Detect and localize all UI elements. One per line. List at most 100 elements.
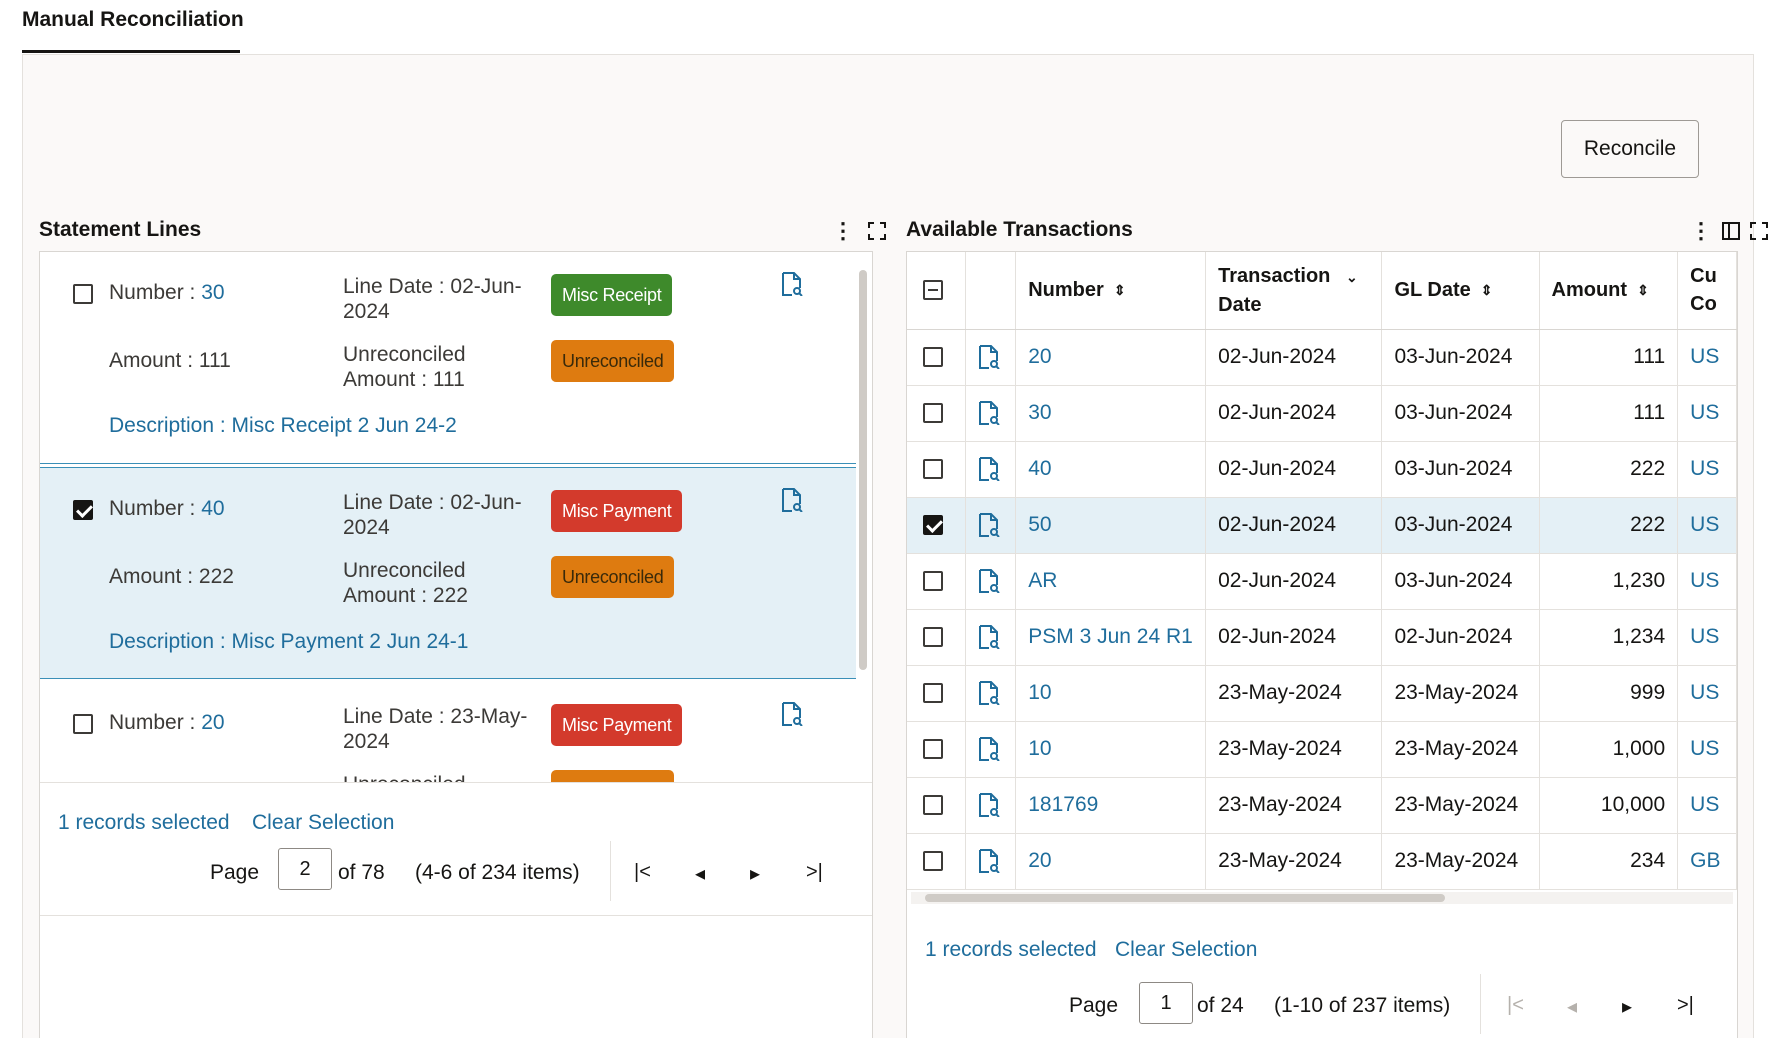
row-action-cell[interactable] [965, 441, 1017, 498]
view-document-icon[interactable] [978, 457, 1000, 482]
transaction-number-link[interactable]: 30 [1015, 385, 1207, 442]
more-actions-icon[interactable]: ⋮ [1690, 220, 1712, 242]
reconcile-button[interactable]: Reconcile [1561, 120, 1699, 178]
currency-cell[interactable]: US [1677, 721, 1737, 778]
currency-cell[interactable]: US [1677, 777, 1737, 834]
view-document-icon[interactable] [978, 345, 1000, 370]
row-select-cell[interactable] [907, 833, 966, 890]
number-link[interactable]: 40 [201, 497, 224, 520]
row-action-cell[interactable] [965, 833, 1017, 890]
table-row[interactable]: 10 23-May-2024 23-May-2024 999 US [907, 665, 1737, 722]
select-all-header[interactable] [907, 252, 966, 330]
page-title[interactable]: Manual Reconciliation [22, 8, 244, 32]
view-document-icon[interactable] [978, 625, 1000, 650]
view-document-icon[interactable] [978, 793, 1000, 818]
view-document-icon[interactable] [978, 849, 1000, 874]
number-link[interactable]: 20 [201, 711, 224, 734]
row-checkbox[interactable] [923, 683, 943, 704]
vertical-scrollbar[interactable] [858, 260, 868, 775]
row-select-cell[interactable] [907, 721, 966, 778]
row-action-cell[interactable] [965, 497, 1017, 554]
currency-cell[interactable]: US [1677, 665, 1737, 722]
row-checkbox[interactable] [923, 347, 943, 368]
column-header-transaction-date[interactable]: Transaction ⌄ Date [1205, 252, 1383, 330]
currency-cell[interactable]: GB [1677, 833, 1737, 890]
table-row[interactable]: 40 02-Jun-2024 03-Jun-2024 222 US [907, 441, 1737, 498]
page-number-input[interactable]: 1 [1139, 982, 1193, 1024]
previous-page-icon[interactable]: ◂ [695, 861, 705, 886]
clear-selection-link[interactable]: Clear Selection [252, 811, 394, 835]
view-document-icon[interactable] [781, 488, 803, 513]
horizontal-scrollbar[interactable] [911, 892, 1733, 904]
table-row[interactable]: 20 02-Jun-2024 03-Jun-2024 111 US [907, 329, 1737, 386]
next-page-icon[interactable]: ▸ [1622, 994, 1632, 1019]
transaction-number-link[interactable]: 50 [1015, 497, 1207, 554]
table-row[interactable]: AR 02-Jun-2024 03-Jun-2024 1,230 US [907, 553, 1737, 610]
view-document-icon[interactable] [978, 681, 1000, 706]
column-header-number[interactable]: Number ⇕ [1015, 252, 1207, 330]
sort-icon[interactable]: ⇕ [1637, 282, 1649, 299]
sort-icon[interactable]: ⇕ [1114, 282, 1126, 299]
view-document-icon[interactable] [781, 272, 803, 297]
row-action-cell[interactable] [965, 777, 1017, 834]
row-select-cell[interactable] [907, 441, 966, 498]
more-actions-icon[interactable]: ⋮ [832, 220, 854, 242]
column-header-currency[interactable]: Cu Co [1677, 252, 1737, 330]
table-row[interactable]: 10 23-May-2024 23-May-2024 1,000 US [907, 721, 1737, 778]
row-select-cell[interactable] [907, 385, 966, 442]
transaction-number-link[interactable]: 10 [1015, 665, 1207, 722]
clear-selection-link[interactable]: Clear Selection [1115, 938, 1257, 962]
row-select-cell[interactable] [907, 665, 966, 722]
row-checkbox[interactable] [923, 459, 943, 480]
table-row[interactable]: 30 02-Jun-2024 03-Jun-2024 111 US [907, 385, 1737, 442]
row-checkbox[interactable] [923, 795, 943, 816]
currency-cell[interactable]: US [1677, 385, 1737, 442]
statement-line-card[interactable]: Number : 30 Line Date : 02-Jun- 2024 Misc… [40, 252, 856, 464]
previous-page-icon[interactable]: ◂ [1567, 994, 1577, 1019]
column-header-amount[interactable]: Amount ⇕ [1539, 252, 1679, 330]
row-select-cell[interactable] [907, 777, 966, 834]
row-checkbox[interactable] [923, 627, 943, 648]
row-action-cell[interactable] [965, 665, 1017, 722]
row-action-cell[interactable] [965, 385, 1017, 442]
maximize-icon[interactable] [868, 222, 886, 240]
table-row[interactable]: 181769 23-May-2024 23-May-2024 10,000 US [907, 777, 1737, 834]
transaction-number-link[interactable]: AR [1015, 553, 1207, 610]
column-panel-icon[interactable] [1722, 222, 1740, 240]
currency-cell[interactable]: US [1677, 609, 1737, 666]
transaction-number-link[interactable]: PSM 3 Jun 24 R1 [1015, 609, 1207, 666]
currency-cell[interactable]: US [1677, 553, 1737, 610]
sort-desc-icon[interactable]: ⌄ [1346, 263, 1358, 291]
column-header-gl-date[interactable]: GL Date ⇕ [1381, 252, 1540, 330]
transaction-number-link[interactable]: 181769 [1015, 777, 1207, 834]
select-all-checkbox[interactable] [923, 280, 943, 301]
table-row[interactable]: PSM 3 Jun 24 R1 02-Jun-2024 02-Jun-2024 … [907, 609, 1737, 666]
row-action-cell[interactable] [965, 721, 1017, 778]
view-document-icon[interactable] [781, 702, 803, 727]
scrollbar-thumb[interactable] [925, 894, 1445, 902]
first-page-icon[interactable]: |< [1507, 994, 1524, 1017]
transaction-number-link[interactable]: 20 [1015, 833, 1207, 890]
row-select-cell[interactable] [907, 329, 966, 386]
transaction-number-link[interactable]: 40 [1015, 441, 1207, 498]
view-document-icon[interactable] [978, 569, 1000, 594]
row-checkbox[interactable] [73, 284, 93, 304]
transaction-number-link[interactable]: 10 [1015, 721, 1207, 778]
next-page-icon[interactable]: ▸ [750, 861, 760, 886]
first-page-icon[interactable]: |< [634, 861, 651, 884]
table-row[interactable]: 50 02-Jun-2024 03-Jun-2024 222 US [907, 497, 1737, 554]
transaction-number-link[interactable]: 20 [1015, 329, 1207, 386]
row-select-cell[interactable] [907, 497, 966, 554]
currency-cell[interactable]: US [1677, 329, 1737, 386]
row-checkbox[interactable] [923, 739, 943, 760]
last-page-icon[interactable]: >| [1677, 994, 1694, 1017]
row-checkbox[interactable] [923, 515, 943, 536]
row-action-cell[interactable] [965, 329, 1017, 386]
view-document-icon[interactable] [978, 401, 1000, 426]
row-select-cell[interactable] [907, 553, 966, 610]
row-select-cell[interactable] [907, 609, 966, 666]
page-number-input[interactable]: 2 [278, 848, 332, 890]
currency-cell[interactable]: US [1677, 441, 1737, 498]
row-checkbox[interactable] [923, 403, 943, 424]
row-checkbox[interactable] [73, 714, 93, 734]
